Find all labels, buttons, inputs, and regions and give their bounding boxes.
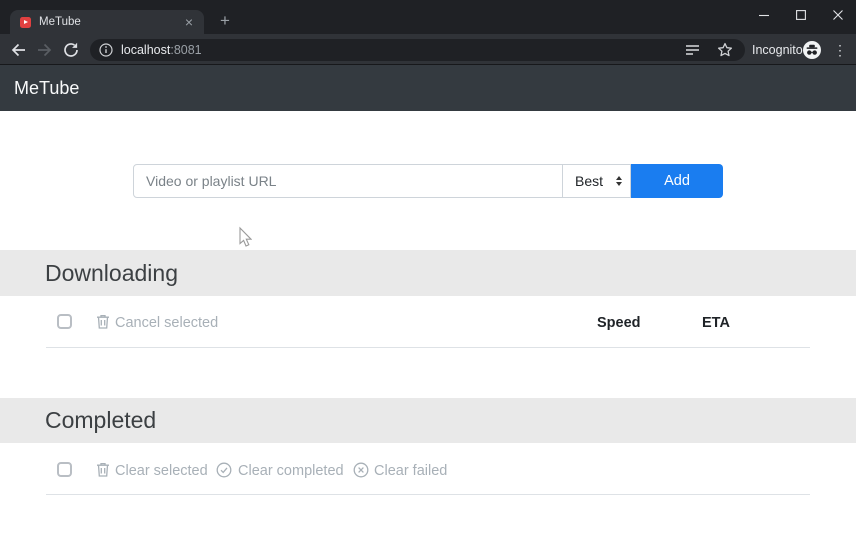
downloading-select-all-checkbox[interactable] (57, 314, 72, 329)
bookmark-star-icon[interactable] (717, 42, 733, 58)
downloading-divider (46, 347, 810, 348)
back-button[interactable] (8, 40, 28, 60)
incognito-label: Incognito (752, 43, 803, 57)
back-arrow-icon (11, 43, 25, 57)
maximize-icon (795, 10, 806, 20)
minimize-icon (758, 14, 769, 17)
metube-favicon-icon (20, 16, 31, 28)
downloading-section-header: Downloading (0, 250, 856, 296)
url-host: localhost (121, 43, 171, 57)
downloading-title: Downloading (45, 259, 178, 286)
browser-window: MeTube × + localhost:8081 Incognito ⋮ Me… (0, 0, 856, 540)
quality-select[interactable]: Best (562, 164, 631, 198)
mouse-cursor (239, 226, 252, 247)
window-maximize-button[interactable] (782, 0, 819, 30)
clear-completed-button[interactable]: Clear completed (238, 463, 344, 479)
close-icon (832, 10, 843, 20)
reload-icon (64, 42, 78, 57)
browser-menu-button[interactable]: ⋮ (833, 42, 847, 58)
reload-button[interactable] (61, 40, 81, 60)
app-navbar: MeTube (0, 65, 856, 111)
incognito-badge-icon (803, 41, 821, 59)
window-controls (745, 0, 856, 30)
address-bar[interactable]: localhost:8081 (90, 39, 745, 61)
forward-button[interactable] (35, 40, 55, 60)
browser-tab[interactable]: MeTube × (10, 10, 204, 34)
completed-section-header: Completed (0, 398, 856, 443)
completed-title: Completed (45, 407, 157, 433)
window-minimize-button[interactable] (745, 0, 782, 30)
quality-selected-value: Best (575, 173, 604, 189)
clear-failed-button[interactable]: Clear failed (374, 463, 447, 479)
add-form: Best Add (133, 164, 723, 198)
brand-title: MeTube (14, 77, 80, 98)
reading-list-icon[interactable] (685, 43, 701, 57)
site-info-icon[interactable] (99, 43, 113, 57)
window-close-button[interactable] (819, 0, 856, 30)
completed-divider (46, 494, 810, 495)
url-port: :8081 (170, 43, 202, 57)
url-text[interactable]: localhost:8081 (121, 43, 202, 57)
tab-close-icon[interactable]: × (182, 15, 196, 29)
url-input[interactable] (133, 164, 563, 198)
trash-icon (97, 462, 109, 477)
add-button[interactable]: Add (631, 164, 723, 198)
eta-column-header: ETA (702, 315, 730, 331)
x-circle-icon (353, 462, 369, 478)
forward-arrow-icon (38, 43, 52, 57)
new-tab-button[interactable]: + (213, 9, 237, 33)
check-circle-icon (216, 462, 232, 478)
tab-title: MeTube (39, 16, 81, 28)
speed-column-header: Speed (597, 315, 641, 331)
clear-selected-button[interactable]: Clear selected (115, 463, 208, 479)
trash-icon (97, 314, 109, 329)
completed-select-all-checkbox[interactable] (57, 462, 72, 477)
select-arrows-icon (616, 176, 622, 186)
tab-strip: MeTube × + (0, 0, 856, 34)
cancel-selected-button[interactable]: Cancel selected (115, 315, 218, 331)
